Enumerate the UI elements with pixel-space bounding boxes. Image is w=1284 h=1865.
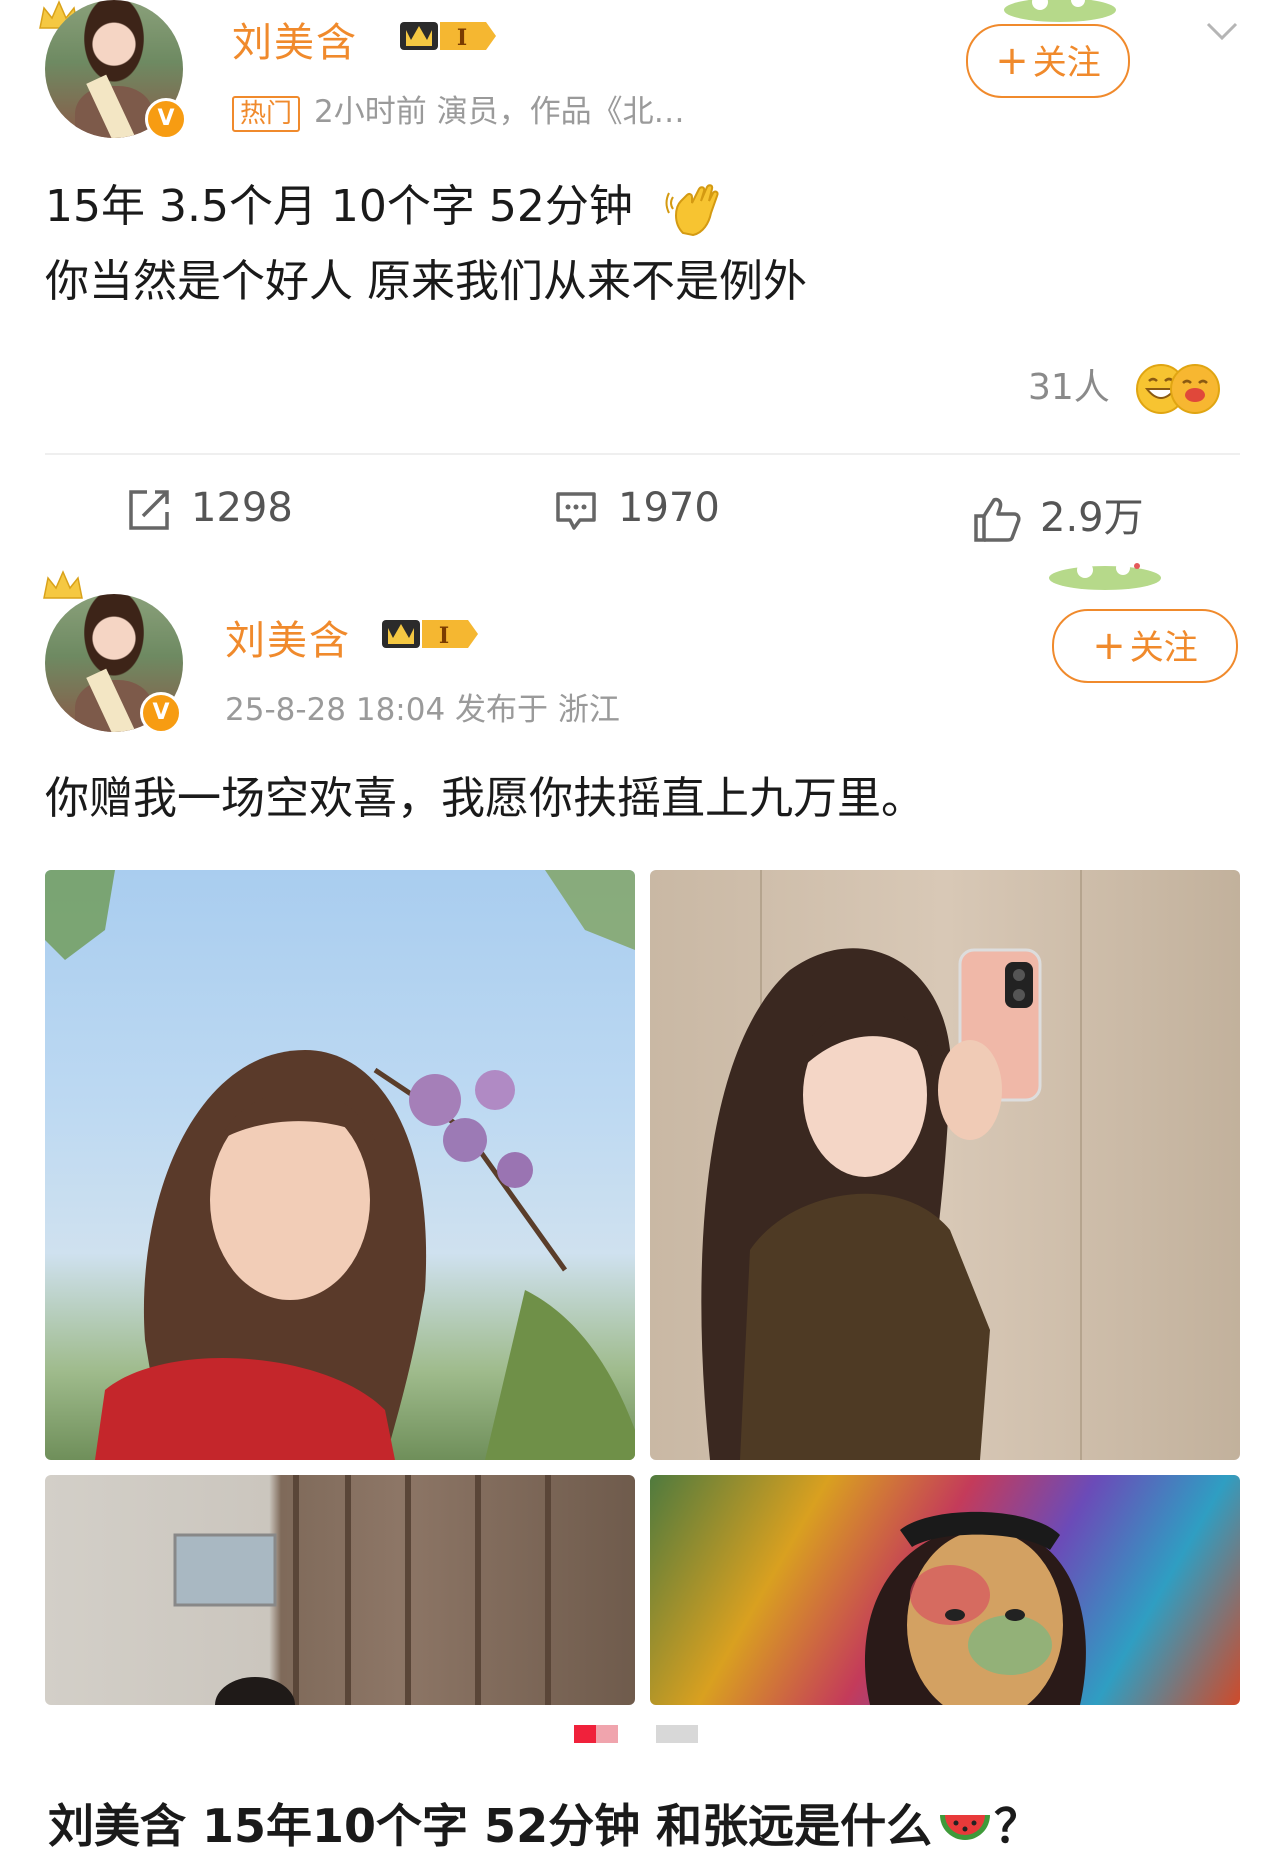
verified-icon: V	[145, 98, 187, 140]
post-image-4[interactable]	[650, 1475, 1240, 1705]
crown-icon	[43, 570, 83, 599]
reaction-emoji-icon	[1136, 364, 1221, 414]
watermelon-icon	[940, 1814, 991, 1840]
photo-building-doors	[173, 1475, 551, 1705]
member-level-icon: I	[382, 620, 478, 649]
post-meta: 25-8-28 18:04 发布于 浙江	[225, 692, 620, 728]
level-text: I	[439, 623, 449, 649]
post-time-source: 2小时前 演员，作品《北…	[314, 94, 685, 130]
photo-mirror-selfie	[701, 870, 1082, 1460]
photo-colorful-portrait	[864, 1511, 1086, 1705]
follow-button[interactable]: + 关注	[1052, 609, 1238, 683]
post-image-2[interactable]	[650, 870, 1240, 1460]
carousel-dot-active-tail	[596, 1725, 618, 1743]
username[interactable]: 刘美含	[232, 10, 358, 68]
comment-icon	[556, 492, 596, 530]
follow-decoration-icon	[1049, 561, 1161, 590]
post-image-1[interactable]	[45, 870, 635, 1460]
post-meta: 热门 2小时前 演员，作品《北…	[232, 86, 685, 132]
comment-button[interactable]: 1970	[552, 485, 720, 534]
reactors-count[interactable]: 31人	[1028, 358, 1223, 417]
post-text: 你赠我一场空欢喜，我愿你扶摇直上九万里。	[45, 773, 925, 824]
like-button[interactable]: 2.9万	[970, 485, 1144, 546]
chevron-down-icon[interactable]	[1204, 18, 1240, 42]
waving-hand-icon	[665, 184, 719, 237]
post-text-line-2: 你当然是个好人 原来我们从来不是例外	[45, 256, 807, 307]
repost-icon	[129, 490, 169, 530]
plus-icon: +	[1092, 623, 1126, 669]
plus-icon: +	[995, 38, 1029, 84]
hot-tag: 热门	[232, 95, 301, 132]
carousel-dot-active[interactable]	[574, 1725, 596, 1743]
repost-button[interactable]: 1298	[125, 485, 293, 534]
carousel-dot[interactable]	[656, 1725, 698, 1743]
follow-decoration-icon	[1004, 0, 1116, 22]
member-level-icon: I	[400, 22, 496, 51]
post-image-3[interactable]	[45, 1475, 635, 1705]
photo-portrait-sky	[45, 870, 635, 1460]
follow-button[interactable]: + 关注	[966, 24, 1130, 98]
thumbs-up-icon	[974, 497, 1021, 542]
divider	[45, 453, 1240, 455]
weibo-screenshot: V 刘美含 I 热门 2小时前 演员，作品《北… + 关注 15年 3.5个月 10…	[0, 0, 1284, 1865]
verified-icon: V	[140, 692, 182, 734]
username[interactable]: 刘美含	[225, 608, 351, 666]
caption-title: 刘美含 15年10个字 52分钟 和张远是什么 ？	[48, 1799, 1041, 1853]
post-text-line-1: 15年 3.5个月 10个字 52分钟	[45, 175, 729, 241]
level-text: I	[457, 25, 467, 51]
